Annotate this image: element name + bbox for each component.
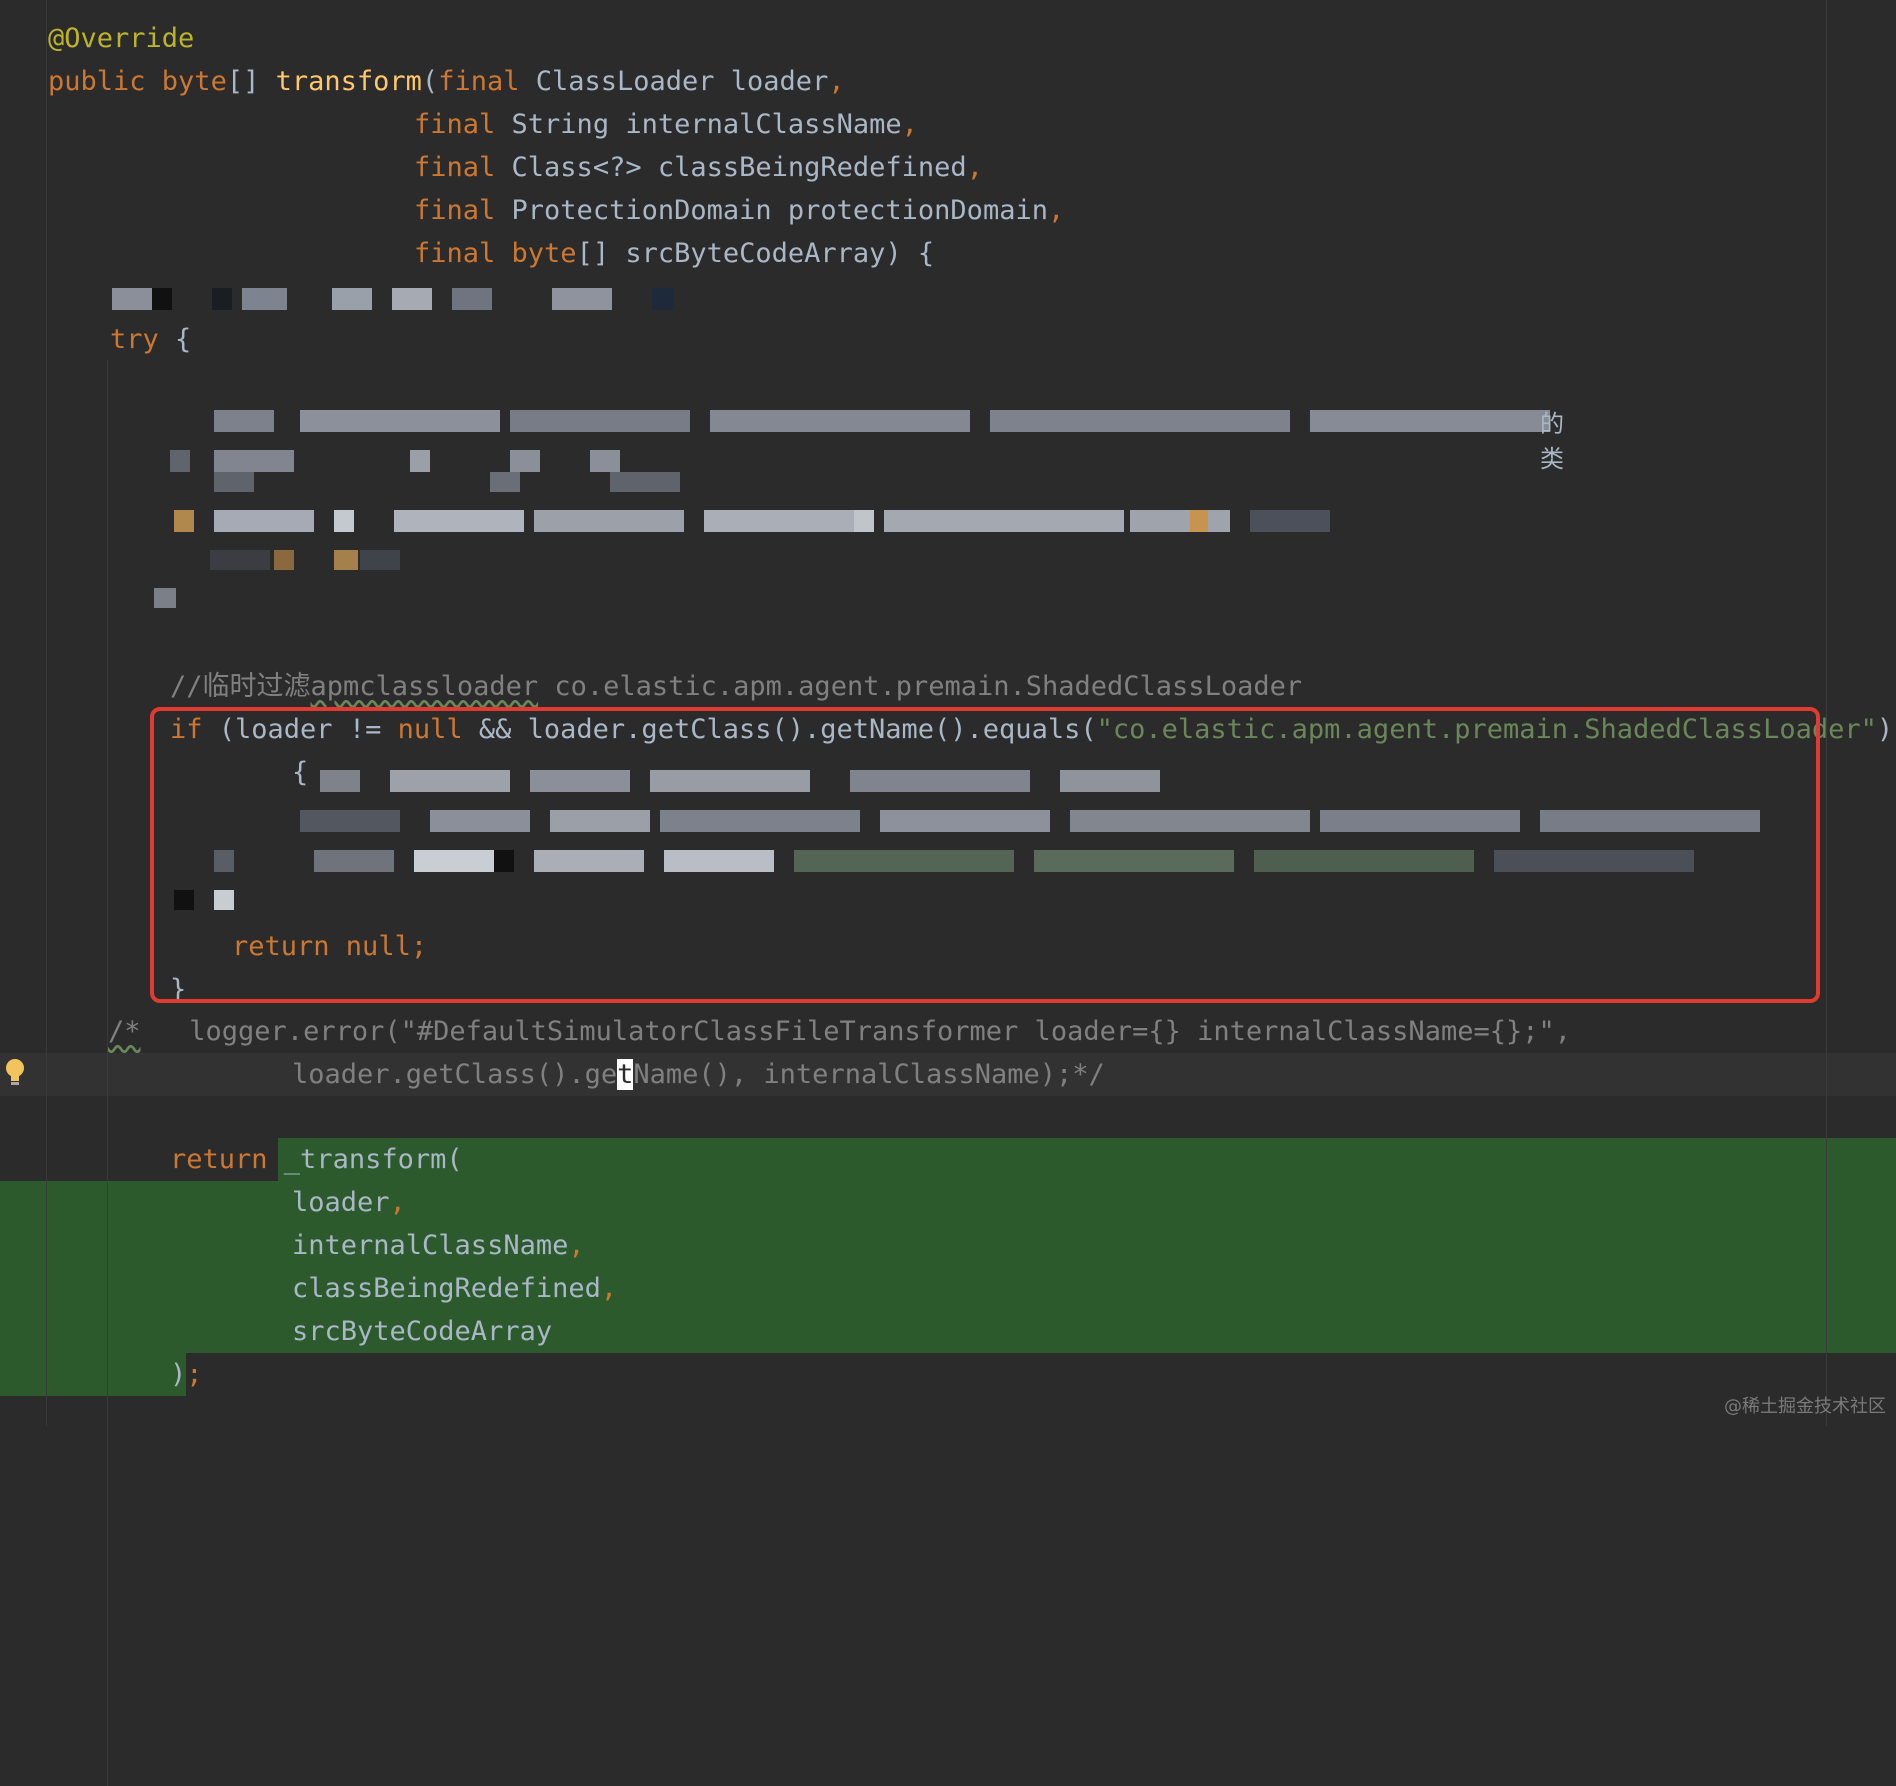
punct-token: , [828, 66, 845, 97]
punct-token: , [966, 152, 983, 183]
punct-token: , [389, 1187, 406, 1218]
code-line[interactable]: return _transform( [0, 1138, 1896, 1181]
keyword-token: final [414, 195, 496, 226]
comment-token: co.elastic.apm.agent.premain.ShadedClass… [538, 671, 1303, 702]
punct-token: , [1047, 195, 1065, 226]
code-line[interactable]: final Class<?> classBeingRedefined, [0, 146, 1896, 189]
code-token: ( [421, 66, 439, 97]
redacted-suffix-text: 的类 [1540, 410, 1564, 473]
code-line[interactable]: ); [0, 1353, 1896, 1396]
code-line-current[interactable]: loader.getClass().getName(), internalCla… [0, 1053, 1896, 1096]
code-token: ProtectionDomain protectionDomain [495, 195, 1048, 226]
punct-token: , [568, 1230, 585, 1261]
code-token: _transform( [267, 1144, 463, 1175]
code-line[interactable]: //临时过滤apmclassloader co.elastic.apm.agen… [0, 665, 1896, 708]
code-line[interactable]: final String internalClassName, [0, 103, 1896, 146]
code-token: loader [292, 1187, 390, 1218]
code-token: { [158, 324, 192, 355]
method-name-token: transform [275, 66, 422, 97]
text-caret: t [617, 1059, 634, 1090]
code-token: classBeingRedefined [292, 1273, 601, 1304]
code-line[interactable]: final ProtectionDomain protectionDomain, [0, 189, 1896, 232]
punct-token: , [901, 109, 918, 140]
code-line[interactable]: try { [0, 318, 1896, 361]
code-token: ) [1876, 714, 1894, 745]
code-editor[interactable]: @Override public byte[] transform(final … [0, 0, 1896, 1786]
keyword-token: byte [161, 66, 227, 97]
comment-token: logger.error("#DefaultSimulatorClassFile… [140, 1016, 1571, 1047]
keyword-token: public [48, 66, 162, 97]
comment-token: Name(), internalClassName);*/ [633, 1059, 1105, 1090]
keyword-token: final [414, 152, 496, 183]
code-token: ClassLoader loader [519, 66, 829, 97]
code-line[interactable]: internalClassName, [0, 1224, 1896, 1267]
comment-token: loader.getClass().ge [292, 1059, 618, 1090]
code-token: String internalClassName [495, 109, 902, 140]
keyword-token: return [170, 1144, 268, 1175]
comment-token-misspelled: apmclassloader [310, 671, 539, 702]
keyword-token: final [414, 238, 496, 269]
punct-token: ; [186, 1359, 203, 1390]
code-token: ) [170, 1359, 187, 1390]
code-token: [] [226, 66, 276, 97]
keyword-token: final [414, 109, 496, 140]
code-line[interactable]: final byte[] srcByteCodeArray) { [0, 232, 1896, 275]
keyword-token: try [110, 324, 159, 355]
code-token: srcByteCodeArray [292, 1316, 553, 1347]
comment-token: /* [108, 1016, 141, 1047]
punct-token: , [600, 1273, 618, 1304]
lightbulb-icon[interactable] [4, 1058, 26, 1088]
annotation-token: @Override [48, 23, 195, 54]
code-token: Class<?> classBeingRedefined [495, 152, 967, 183]
code-token: internalClassName [292, 1230, 569, 1261]
code-line[interactable]: classBeingRedefined, [0, 1267, 1896, 1310]
code-line[interactable]: @Override [0, 17, 1896, 60]
code-line[interactable]: srcByteCodeArray [0, 1310, 1896, 1353]
code-line[interactable]: loader, [0, 1181, 1896, 1224]
code-token: [] srcByteCodeArray) { [576, 238, 935, 269]
keyword-token: final [438, 66, 520, 97]
watermark: @稀土掘金技术社区 [1724, 1396, 1886, 1417]
comment-token: //临时过滤 [170, 671, 311, 702]
keyword-token: byte [495, 238, 577, 269]
code-line[interactable]: /* logger.error("#DefaultSimulatorClassF… [0, 1010, 1896, 1053]
code-line[interactable]: public byte[] transform(final ClassLoade… [0, 60, 1896, 103]
highlight-annotation-box [150, 707, 1820, 1003]
